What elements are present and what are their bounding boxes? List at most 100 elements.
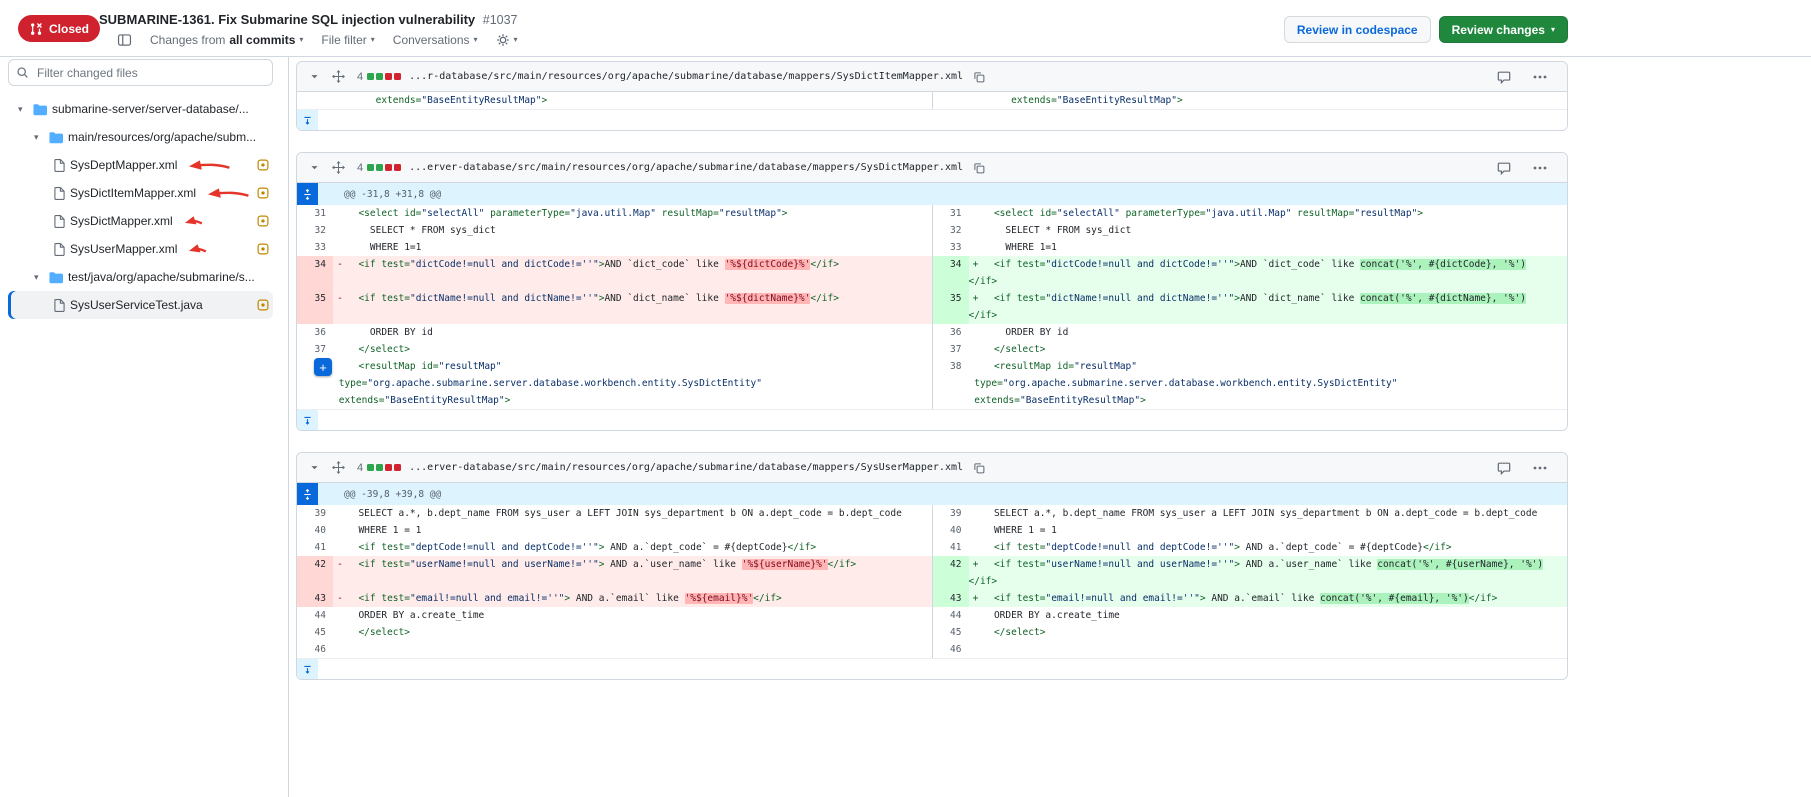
chevron-down-icon[interactable]: ▾ (34, 272, 44, 283)
chevron-down-icon[interactable]: ▾ (18, 104, 28, 115)
diff-cell: 40 WHERE 1 = 1 (297, 522, 932, 539)
diff-settings-gear-icon[interactable]: ▾ (496, 33, 518, 47)
search-icon (16, 66, 29, 79)
kebab-menu-icon[interactable] (1531, 464, 1549, 472)
file-path[interactable]: ...erver-database/src/main/resources/org… (409, 162, 963, 173)
code-line: </select> (333, 624, 932, 641)
tree-file-sysusermapper-xml[interactable]: SysUserMapper.xml (8, 235, 273, 263)
diff-cell: 41 <if test="deptCode!=null and deptCode… (932, 539, 1568, 556)
comment-icon[interactable] (1495, 68, 1513, 86)
line-number[interactable]: 33 (933, 239, 969, 256)
line-number[interactable]: 45 (933, 624, 969, 641)
expand-down-icon[interactable] (297, 410, 318, 430)
line-number[interactable] (933, 92, 969, 109)
collapse-file-chevron-icon[interactable] (307, 460, 322, 475)
comment-icon[interactable] (1495, 159, 1513, 177)
line-number[interactable]: 34 (933, 256, 969, 290)
line-number[interactable]: 33 (297, 239, 333, 256)
line-number[interactable]: 39 (297, 505, 333, 522)
diffstat-addition-block (376, 464, 383, 471)
line-number[interactable]: 44 (297, 607, 333, 624)
diff-cell: 37 </select> (297, 341, 932, 358)
line-number[interactable]: 40 (933, 522, 969, 539)
drag-handle-icon[interactable] (330, 459, 347, 476)
line-number[interactable]: 35 (297, 290, 333, 324)
file-path[interactable]: ...erver-database/src/main/resources/org… (409, 462, 963, 473)
tree-folder-test-java-org-apache-submarine-s-[interactable]: ▾test/java/org/apache/submarine/s... (8, 263, 273, 291)
diff-cell: 36 ORDER BY id (297, 324, 932, 341)
line-number[interactable]: 35 (933, 290, 969, 324)
tree-folder-submarine-server-server-database-[interactable]: ▾submarine-server/server-database/... (8, 95, 273, 123)
expand-down-icon[interactable] (297, 659, 318, 679)
line-number[interactable]: 31 (297, 205, 333, 222)
review-in-codespace-button[interactable]: Review in codespace (1284, 16, 1431, 43)
chevron-down-icon[interactable]: ▾ (34, 132, 44, 143)
diffstat: 4 (357, 162, 401, 174)
line-number[interactable]: 39 (933, 505, 969, 522)
line-number[interactable]: 43 (297, 590, 333, 607)
line-number[interactable]: 46 (297, 641, 333, 658)
drag-handle-icon[interactable] (330, 159, 347, 176)
conversations-dropdown[interactable]: Conversations ▾ (393, 33, 478, 47)
collapse-file-chevron-icon[interactable] (307, 69, 322, 84)
tree-file-sysuserservicetest-java[interactable]: SysUserServiceTest.java (8, 291, 273, 319)
line-number[interactable]: 32 (933, 222, 969, 239)
diff-cell: 42+ <if test="userName!=null and userNam… (932, 556, 1568, 590)
diff-row: 37 </select>37 </select> (297, 341, 1567, 358)
line-number[interactable]: 40 (297, 522, 333, 539)
copy-path-icon[interactable] (971, 160, 987, 176)
diffstat-count: 4 (357, 71, 363, 83)
expand-hunk-icon[interactable] (297, 183, 318, 205)
diff-body: extends="BaseEntityResultMap"> extends="… (297, 92, 1567, 109)
copy-path-icon[interactable] (971, 460, 987, 476)
hunk-header: @@ -39,8 +39,8 @@ (297, 483, 1567, 505)
drag-handle-icon[interactable] (330, 68, 347, 85)
file-filter-dropdown[interactable]: File filter ▾ (321, 33, 374, 47)
changes-from-dropdown[interactable]: Changes from all commits ▾ (150, 33, 303, 47)
copy-path-icon[interactable] (971, 69, 987, 85)
line-number[interactable]: 38 (933, 358, 969, 409)
code-line: WHERE 1=1 (969, 239, 1568, 256)
diff-body: 39 SELECT a.*, b.dept_name FROM sys_user… (297, 505, 1567, 658)
line-number[interactable]: 37 (297, 341, 333, 358)
line-number[interactable]: 41 (933, 539, 969, 556)
line-number[interactable]: 32 (297, 222, 333, 239)
diff-body: 31 <select id="selectAll" parameterType=… (297, 205, 1567, 409)
line-number[interactable]: 37 (933, 341, 969, 358)
diff-cell: 34+ <if test="dictCode!=null and dictCod… (932, 256, 1568, 290)
expand-down-icon[interactable] (297, 110, 318, 130)
tree-folder-main-resources-org-apache-subm-[interactable]: ▾main/resources/org/apache/subm... (8, 123, 273, 151)
annotation-arrow-icon (207, 186, 249, 200)
file-tree-toggle-button[interactable] (117, 33, 132, 47)
line-number[interactable]: 42 (933, 556, 969, 590)
line-number[interactable]: 43 (933, 590, 969, 607)
collapse-file-chevron-icon[interactable] (307, 160, 322, 175)
tree-file-sysdeptmapper-xml[interactable]: SysDeptMapper.xml (8, 151, 273, 179)
line-number[interactable]: 36 (297, 324, 333, 341)
code-line: + <if test="email!=null and email!=''"> … (969, 590, 1568, 607)
diffstat-count: 4 (357, 162, 363, 174)
filter-changed-files-input[interactable] (8, 59, 273, 86)
file-icon (54, 243, 65, 256)
review-changes-button[interactable]: Review changes ▾ (1439, 16, 1568, 43)
diff-cell: extends="BaseEntityResultMap"> (297, 92, 932, 109)
tree-file-sysdictitemmapper-xml[interactable]: SysDictItemMapper.xml (8, 179, 273, 207)
line-number[interactable]: 31 (933, 205, 969, 222)
kebab-menu-icon[interactable] (1531, 73, 1549, 81)
line-number[interactable] (297, 92, 333, 109)
tree-file-sysdictmapper-xml[interactable]: SysDictMapper.xml (8, 207, 273, 235)
review-changes-label: Review changes (1452, 23, 1545, 37)
line-number[interactable]: 46 (933, 641, 969, 658)
diff-file-sysdictitemmapper: 4 ...r-database/src/main/resources/org/a… (296, 61, 1568, 131)
line-number[interactable]: 42 (297, 556, 333, 590)
line-number[interactable]: 41 (297, 539, 333, 556)
add-comment-button[interactable]: + (314, 358, 332, 376)
expand-hunk-icon[interactable] (297, 483, 318, 505)
line-number[interactable]: 45 (297, 624, 333, 641)
line-number[interactable]: 44 (933, 607, 969, 624)
line-number[interactable]: 34 (297, 256, 333, 290)
kebab-menu-icon[interactable] (1531, 164, 1549, 172)
comment-icon[interactable] (1495, 459, 1513, 477)
file-path[interactable]: ...r-database/src/main/resources/org/apa… (409, 71, 963, 82)
line-number[interactable]: 36 (933, 324, 969, 341)
